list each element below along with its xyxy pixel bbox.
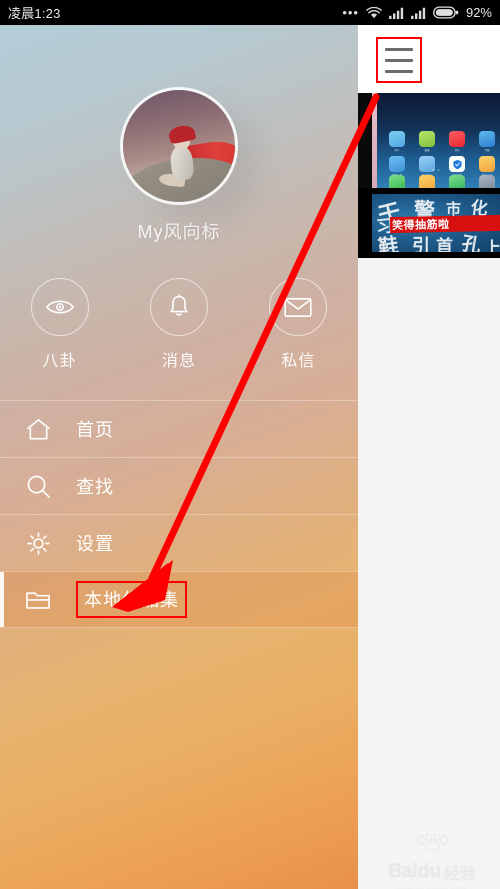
hamburger-line bbox=[385, 47, 413, 51]
profile-section: My风向标 bbox=[0, 25, 358, 244]
eye-icon bbox=[30, 278, 89, 336]
decor-char: 上 bbox=[484, 239, 500, 252]
decor-char: 孔 bbox=[459, 233, 483, 252]
list-item[interactable]: 干 警 市 化 习 鞋 引 首 孔 上 笑得抽筋啦 bbox=[358, 188, 500, 258]
decor-char: 首 bbox=[436, 237, 453, 252]
app-label: 天气 bbox=[394, 149, 400, 152]
phone-homescreen-screenshot: · · · · · · 天气 相册 音乐 下载 常用工具 影音娱乐 手机管家 系… bbox=[372, 93, 500, 188]
decor-char: 引 bbox=[412, 236, 430, 252]
photo-border bbox=[358, 93, 372, 188]
weather-icon bbox=[389, 131, 405, 147]
messages-icon bbox=[449, 175, 465, 188]
page-indicator bbox=[432, 169, 440, 171]
app-header-bar bbox=[358, 25, 500, 93]
security-icon bbox=[449, 156, 465, 172]
status-icons: ••• 92% bbox=[342, 5, 492, 20]
settings-icon bbox=[479, 175, 495, 188]
folder-icon bbox=[0, 587, 76, 612]
sidebar-item-label: 设置 bbox=[76, 534, 114, 554]
hamburger-menu-icon[interactable] bbox=[376, 37, 422, 83]
folder-group-icon bbox=[479, 156, 495, 172]
tools-icon bbox=[479, 131, 495, 147]
blue-chalkboard-video-thumb: 干 警 市 化 习 鞋 引 首 孔 上 笑得抽筋啦 bbox=[372, 194, 500, 252]
bell-icon bbox=[149, 278, 208, 336]
menu-list: 首页 查找 设置 本地作品集 bbox=[0, 400, 358, 628]
gear-icon bbox=[0, 530, 76, 557]
app-label: 相册 bbox=[424, 149, 430, 152]
dock-row: 电话 相机 短信 设置 bbox=[384, 175, 500, 188]
status-bar: 凌晨1:23 ••• 92% bbox=[0, 0, 500, 25]
navigation-drawer: My风向标 八卦 消息 私信 首页 查找 设置 本地作品集 bbox=[0, 25, 358, 889]
signal-bars-icon bbox=[389, 7, 404, 19]
wifi-icon bbox=[366, 6, 382, 19]
video-caption-banner: 笑得抽筋啦 bbox=[389, 214, 500, 234]
status-text: · · · · · · bbox=[384, 96, 400, 100]
battery-percent-label: 92% bbox=[465, 5, 492, 20]
sidebar-item-label: 首页 bbox=[76, 420, 114, 440]
gallery-icon bbox=[419, 131, 435, 147]
phone-icon bbox=[389, 175, 405, 188]
app-label: 下载 bbox=[484, 149, 490, 152]
home-icon bbox=[0, 417, 76, 442]
sidebar-item-label: 本地作品集 bbox=[84, 590, 179, 610]
hamburger-line bbox=[385, 69, 413, 73]
sidebar-item-home[interactable]: 首页 bbox=[0, 400, 358, 457]
folder-group-icon bbox=[389, 156, 405, 172]
username-label: My风向标 bbox=[137, 222, 221, 242]
quick-actions-row: 八卦 消息 私信 bbox=[0, 278, 358, 371]
quick-action-bagua[interactable]: 八卦 bbox=[0, 278, 119, 371]
highlight-box: 本地作品集 bbox=[76, 581, 187, 618]
battery-icon bbox=[433, 6, 459, 19]
avatar[interactable] bbox=[120, 87, 238, 205]
search-icon bbox=[0, 473, 76, 500]
quick-action-messages[interactable]: 消息 bbox=[119, 278, 238, 371]
hamburger-line bbox=[385, 58, 413, 62]
sidebar-item-local-works[interactable]: 本地作品集 bbox=[0, 571, 358, 628]
photo-edge bbox=[372, 93, 377, 188]
app-content-panel: · · · · · · 天气 相册 音乐 下载 常用工具 影音娱乐 手机管家 系… bbox=[358, 25, 500, 889]
quick-action-label: 八卦 bbox=[42, 353, 77, 370]
quick-action-label: 私信 bbox=[281, 353, 316, 370]
signal-bars-icon bbox=[411, 7, 426, 19]
envelope-icon bbox=[269, 278, 328, 336]
video-caption: 笑得抽筋啦 bbox=[391, 217, 450, 233]
music-icon bbox=[449, 131, 465, 147]
quick-action-private-message[interactable]: 私信 bbox=[239, 278, 358, 371]
clock-label: 凌晨1:23 bbox=[8, 6, 61, 21]
app-icon-grid: 天气 相册 音乐 下载 常用工具 影音娱乐 手机管家 系统工具 bbox=[384, 131, 500, 177]
app-label: 音乐 bbox=[454, 149, 460, 152]
sidebar-item-settings[interactable]: 设置 bbox=[0, 514, 358, 571]
ellipsis-icon: ••• bbox=[342, 5, 359, 20]
sidebar-item-label: 查找 bbox=[76, 477, 114, 497]
list-item[interactable]: · · · · · · 天气 相册 音乐 下载 常用工具 影音娱乐 手机管家 系… bbox=[358, 93, 500, 188]
phone-screen: · · · · · · 天气 相册 音乐 下载 常用工具 影音娱乐 手机管家 系… bbox=[0, 0, 500, 889]
sidebar-item-search[interactable]: 查找 bbox=[0, 457, 358, 514]
camera-icon bbox=[419, 175, 435, 188]
quick-action-label: 消息 bbox=[161, 353, 196, 370]
